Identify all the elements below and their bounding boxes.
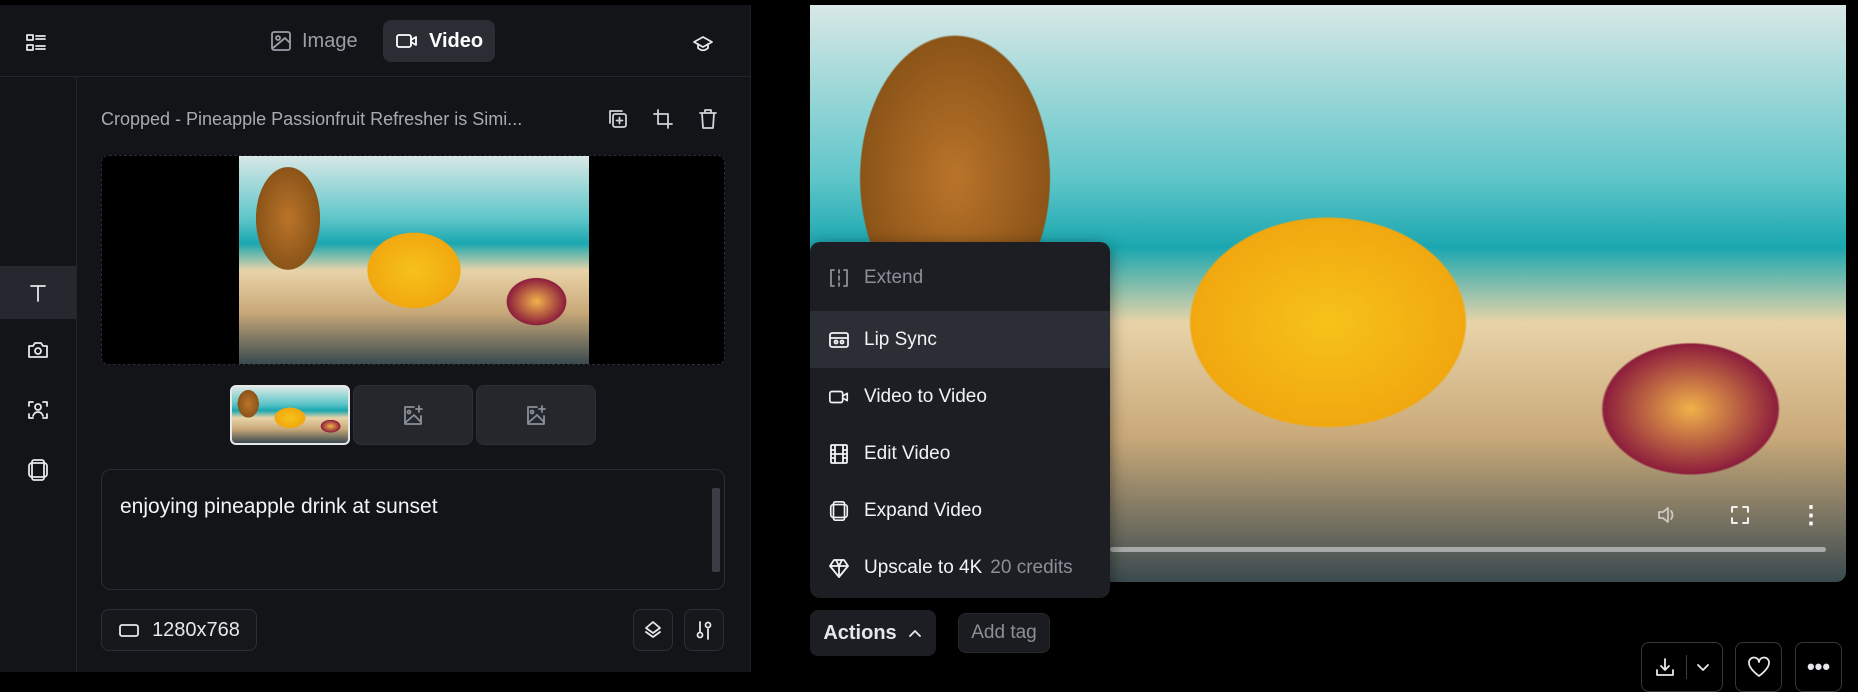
fullscreen-icon[interactable] — [1725, 500, 1755, 530]
menu-item-label: Upscale to 4K — [864, 556, 983, 578]
aspect-ratio-label: 1280x768 — [152, 618, 240, 641]
panel-header: Image Video — [0, 5, 751, 77]
menu-item-label: Expand Video — [864, 499, 982, 521]
video-camera-icon — [396, 34, 417, 48]
tool-rail — [0, 77, 77, 672]
video-camera-icon — [829, 390, 849, 403]
film-icon — [830, 443, 848, 464]
menu-item-label: Edit Video — [864, 442, 951, 464]
download-button[interactable] — [1641, 642, 1723, 692]
trash-icon[interactable] — [695, 106, 721, 132]
image-preview[interactable] — [101, 155, 725, 365]
actions-label: Actions — [823, 621, 897, 644]
rail-item-expand[interactable] — [0, 447, 76, 492]
sliders-icon — [696, 621, 712, 640]
prompt-input[interactable]: enjoying pineapple drink at sunset — [101, 469, 725, 590]
prompt-text: enjoying pineapple drink at sunset — [120, 495, 438, 518]
prompt-scrollbar[interactable] — [712, 488, 720, 572]
rail-item-camera[interactable] — [0, 327, 76, 372]
add-image-icon — [527, 405, 546, 425]
image-icon — [271, 31, 291, 51]
actions-menu: Extend Lip Sync Video to Video Edit Vide… — [810, 242, 1110, 598]
diamond-icon — [829, 558, 849, 578]
menu-item-label: Extend — [864, 266, 924, 288]
tab-image-label: Image — [302, 29, 358, 52]
heart-icon — [1747, 656, 1770, 677]
more-vertical-icon[interactable]: ⋮ — [1799, 500, 1823, 530]
expand-frame-icon — [829, 500, 849, 521]
volume-icon[interactable] — [1653, 500, 1683, 530]
menu-item-edit-video[interactable]: Edit Video — [810, 425, 1110, 482]
actions-button[interactable]: Actions — [810, 610, 936, 656]
text-icon — [30, 284, 46, 302]
menu-item-label: Video to Video — [864, 385, 987, 407]
menu-item-upscale[interactable]: Upscale to 4K 20 credits — [810, 539, 1110, 596]
preview-image — [239, 156, 589, 364]
chevron-down-icon[interactable] — [1696, 662, 1710, 672]
lip-sync-icon — [829, 331, 849, 348]
menu-item-expand-video[interactable]: Expand Video — [810, 482, 1110, 539]
video-progress-bar[interactable] — [1110, 547, 1826, 552]
layers-icon — [645, 621, 661, 638]
asset-title: Cropped - Pineapple Passionfruit Refresh… — [101, 109, 523, 129]
tab-video[interactable]: Video — [383, 20, 496, 62]
menu-item-video-to-video[interactable]: Video to Video — [810, 368, 1110, 425]
menu-item-label: Lip Sync — [864, 328, 937, 350]
add-image-icon — [404, 405, 423, 425]
menu-item-lip-sync[interactable]: Lip Sync — [810, 311, 1110, 368]
duplicate-icon[interactable] — [605, 106, 631, 132]
tab-image[interactable]: Image — [258, 20, 370, 62]
list-icon[interactable] — [22, 29, 50, 57]
expand-frame-icon — [28, 458, 48, 481]
left-panel: Image Video Cropped - Pineapple Passionf… — [0, 5, 751, 672]
add-image-slot[interactable] — [476, 385, 596, 445]
rail-item-face[interactable] — [0, 387, 76, 432]
face-scan-icon — [28, 400, 48, 419]
favorite-button[interactable] — [1735, 642, 1782, 692]
layers-button[interactable] — [633, 609, 673, 651]
tab-video-label: Video — [429, 29, 484, 52]
aspect-ratio-button[interactable]: 1280x768 — [101, 609, 257, 651]
rectangle-icon — [119, 624, 139, 637]
graduation-cap-icon[interactable] — [690, 31, 716, 57]
thumbnail-selected[interactable] — [230, 385, 350, 445]
extend-icon — [830, 268, 848, 287]
more-horizontal-icon: ••• — [1806, 654, 1831, 679]
camera-icon — [28, 341, 48, 358]
add-tag-button[interactable]: Add tag — [958, 613, 1050, 653]
download-icon — [1656, 658, 1674, 676]
add-image-slot[interactable] — [353, 385, 473, 445]
rail-item-text[interactable] — [0, 266, 76, 319]
chevron-up-icon — [908, 630, 921, 637]
more-options-button[interactable]: ••• — [1795, 642, 1842, 692]
credits-note: 20 credits — [990, 556, 1073, 578]
menu-item-extend[interactable]: Extend — [810, 249, 1110, 306]
crop-icon[interactable] — [650, 106, 676, 132]
settings-sliders-button[interactable] — [684, 609, 724, 651]
